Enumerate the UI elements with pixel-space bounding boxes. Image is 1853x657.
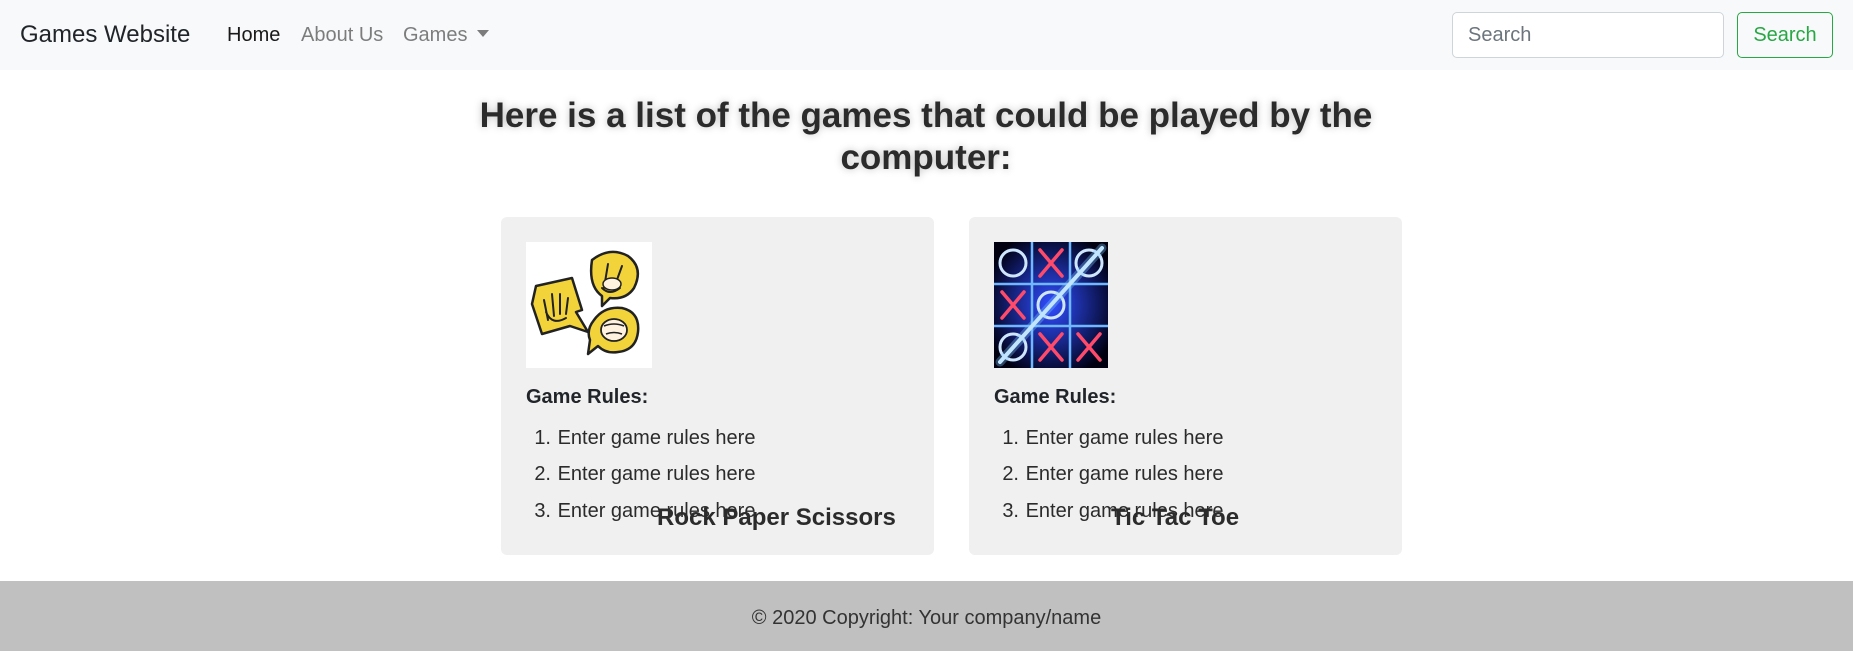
search-button[interactable]: Search [1737, 12, 1833, 58]
rule-number: 1. [1002, 427, 1019, 449]
rock-paper-scissors-hands-image [526, 242, 652, 368]
nav-link-about-us[interactable]: About Us [301, 22, 383, 48]
rule-text: Enter game rules here [1025, 463, 1224, 485]
rule-number: 3. [1002, 500, 1019, 522]
rule-text: Enter game rules here [557, 463, 756, 485]
nav-dropdown-games[interactable]: Games [403, 22, 490, 48]
brand-link[interactable]: Games Website [20, 20, 190, 50]
copyright-text: © 2020 Copyright: Your company/name [751, 607, 1102, 629]
page-footer: © 2020 Copyright: Your company/name [0, 581, 1853, 651]
page-heading-line1: Here is a list of the games that could b… [479, 96, 1373, 135]
search-input[interactable] [1452, 12, 1724, 58]
page-heading-line2: computer: [840, 138, 1012, 177]
page-heading: Here is a list of the games that could b… [426, 95, 1426, 179]
rule-number: 2. [534, 463, 551, 485]
rule-item: 3. Enter game rules here [526, 498, 755, 524]
rule-item: 1. Enter game rules here [994, 425, 1223, 451]
rules-heading: Game Rules: [526, 386, 649, 408]
rules-heading: Game Rules: [994, 386, 1117, 408]
rule-text: Enter game rules here [557, 500, 756, 522]
rule-item: 1. Enter game rules here [526, 425, 755, 451]
rule-number: 3. [534, 500, 551, 522]
rule-item: 3. Enter game rules here [994, 498, 1223, 524]
caret-down-icon [477, 30, 490, 37]
game-card-tic-tac-toe: Tic Tac Toe Game Rules: 1. Enter game ru… [969, 217, 1402, 555]
tic-tac-toe-neon-board-image [994, 242, 1108, 368]
nav-games-label: Games [403, 24, 468, 46]
rule-item: 2. Enter game rules here [526, 461, 755, 487]
nav-link-home[interactable]: Home [227, 22, 280, 48]
rule-number: 2. [1002, 463, 1019, 485]
rule-text: Enter game rules here [557, 427, 756, 449]
rule-text: Enter game rules here [1025, 500, 1224, 522]
rule-text: Enter game rules here [1025, 427, 1224, 449]
game-card-rock-paper-scissors: Rock Paper Scissors Game Rules: 1. Enter… [501, 217, 934, 555]
top-navbar: Games Website Home About Us Games Search [0, 0, 1853, 70]
rule-item: 2. Enter game rules here [994, 461, 1223, 487]
rule-number: 1. [534, 427, 551, 449]
